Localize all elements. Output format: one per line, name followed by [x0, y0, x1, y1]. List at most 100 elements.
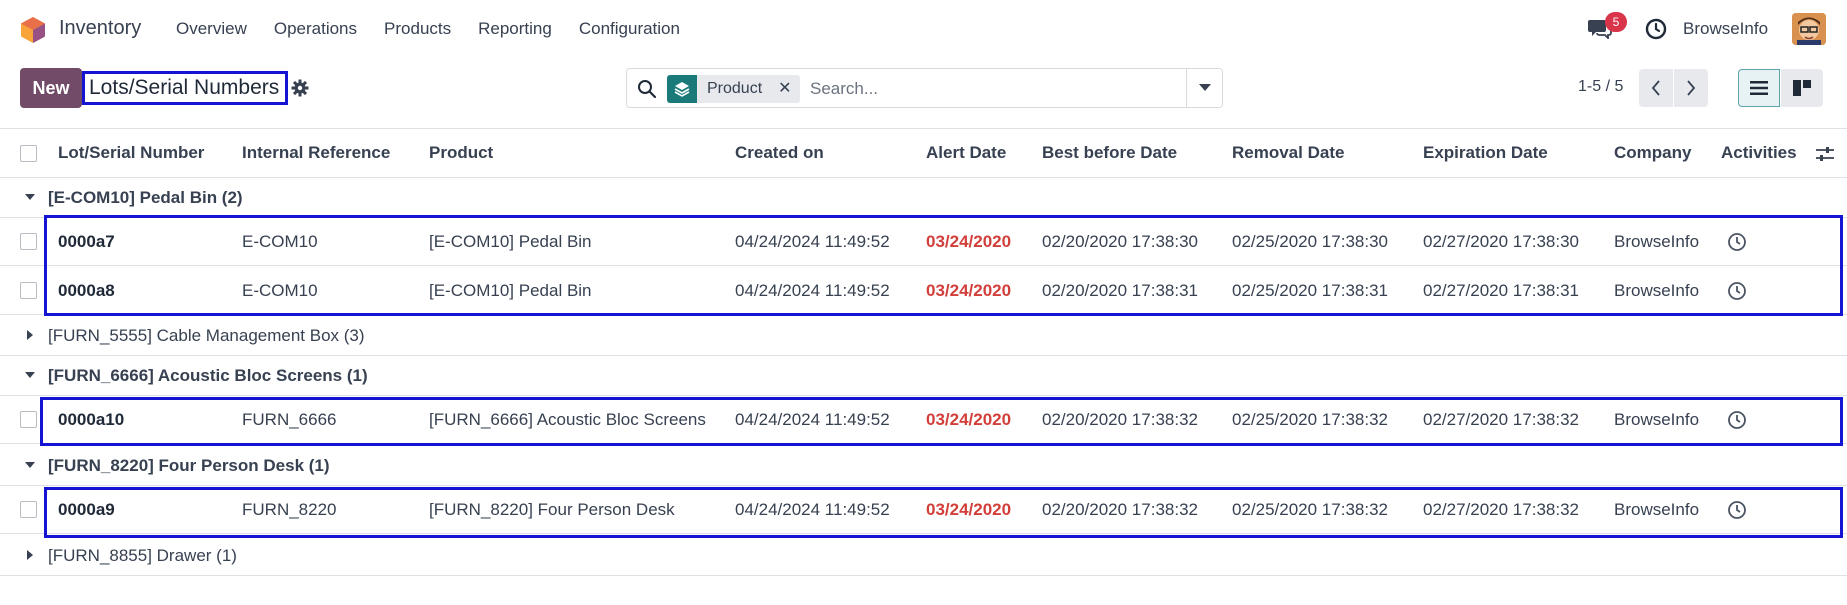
pager-next-button[interactable]: [1674, 69, 1708, 107]
column-expiration-date[interactable]: Expiration Date: [1423, 143, 1548, 163]
cell-removal: 02/25/2020 17:38:32: [1232, 410, 1388, 429]
chevron-left-icon: [1651, 80, 1660, 96]
user-avatar[interactable]: [1792, 13, 1826, 45]
new-button[interactable]: New: [20, 68, 82, 108]
menu-products[interactable]: Products: [384, 19, 451, 39]
cell-removal: 02/25/2020 17:38:31: [1232, 281, 1388, 300]
cell-product: [E-COM10] Pedal Bin: [429, 281, 592, 300]
gear-icon[interactable]: [291, 79, 309, 97]
group-label: [FURN_8855] Drawer (1): [48, 546, 237, 565]
inventory-logo-icon[interactable]: [20, 16, 46, 44]
pager-value[interactable]: 1-5 / 5: [1578, 78, 1623, 96]
cell-ref: E-COM10: [242, 232, 318, 251]
cell-expiration: 02/27/2020 17:38:31: [1423, 281, 1579, 300]
search-options-toggle[interactable]: [1186, 69, 1222, 107]
table-row[interactable]: 0000a9 FURN_8220 [FURN_8220] Four Person…: [0, 486, 1847, 534]
group-label: [E-COM10] Pedal Bin (2): [48, 188, 243, 207]
group-row[interactable]: [FURN_5555] Cable Management Box (3): [0, 316, 1847, 356]
group-row[interactable]: [FURN_8220] Four Person Desk (1): [0, 446, 1847, 486]
cell-product: [FURN_8220] Four Person Desk: [429, 500, 675, 519]
activity-clock-icon[interactable]: [1727, 500, 1747, 520]
caret-right-icon: [27, 550, 33, 560]
menu-operations[interactable]: Operations: [274, 19, 357, 39]
cell-expiration: 02/27/2020 17:38:32: [1423, 500, 1579, 519]
chevron-right-icon: [1687, 80, 1696, 96]
column-activities[interactable]: Activities: [1721, 143, 1797, 163]
cell-lot: 0000a7: [58, 232, 115, 251]
table-row[interactable]: 0000a8 E-COM10 [E-COM10] Pedal Bin 04/24…: [0, 267, 1847, 315]
caret-down-icon: [25, 462, 35, 468]
row-checkbox[interactable]: [20, 501, 37, 518]
cell-best-before: 02/20/2020 17:38:32: [1042, 500, 1198, 519]
search-icon[interactable]: [637, 79, 657, 99]
search-facet-product: Product ✕: [667, 75, 800, 103]
table-header: Lot/Serial Number Internal Reference Pro…: [0, 128, 1847, 178]
column-removal-date[interactable]: Removal Date: [1232, 143, 1344, 163]
cell-removal: 02/25/2020 17:38:30: [1232, 232, 1388, 251]
table-row[interactable]: 0000a7 E-COM10 [E-COM10] Pedal Bin 04/24…: [0, 218, 1847, 266]
column-product[interactable]: Product: [429, 143, 493, 163]
caret-down-icon: [25, 194, 35, 200]
facet-remove-icon[interactable]: ✕: [778, 75, 791, 103]
list-view-button[interactable]: [1738, 69, 1780, 107]
main-menu: Overview Operations Products Reporting C…: [176, 19, 707, 39]
cell-lot: 0000a8: [58, 281, 115, 300]
search-input[interactable]: [810, 77, 1170, 101]
cell-removal: 02/25/2020 17:38:32: [1232, 500, 1388, 519]
top-navbar: Inventory Overview Operations Products R…: [0, 0, 1847, 58]
pager-previous-button[interactable]: [1639, 69, 1673, 107]
search-bar: Product ✕: [626, 68, 1223, 108]
clock-icon[interactable]: [1645, 18, 1667, 40]
cell-alert-date: 03/24/2020: [926, 232, 1012, 251]
menu-overview[interactable]: Overview: [176, 19, 247, 39]
table-row[interactable]: 0000a10 FURN_6666 [FURN_6666] Acoustic B…: [0, 396, 1847, 444]
cell-expiration: 02/27/2020 17:38:32: [1423, 410, 1579, 429]
optional-columns-icon[interactable]: [1815, 145, 1835, 163]
cell-lot: 0000a9: [58, 500, 115, 519]
app-name[interactable]: Inventory: [59, 17, 141, 40]
select-all-checkbox[interactable]: [20, 145, 37, 162]
cell-alert-date: 03/24/2020: [926, 500, 1012, 519]
row-checkbox[interactable]: [20, 411, 37, 428]
cell-product: [FURN_6666] Acoustic Bloc Screens: [429, 410, 706, 429]
row-checkbox[interactable]: [20, 233, 37, 250]
menu-configuration[interactable]: Configuration: [579, 19, 680, 39]
cell-alert-date: 03/24/2020: [926, 410, 1012, 429]
caret-right-icon: [27, 330, 33, 340]
cell-expiration: 02/27/2020 17:38:30: [1423, 232, 1579, 251]
caret-down-icon: [25, 372, 35, 378]
column-alert-date[interactable]: Alert Date: [926, 143, 1006, 163]
kanban-view-button[interactable]: [1781, 69, 1823, 107]
group-row[interactable]: [FURN_8855] Drawer (1): [0, 536, 1847, 576]
company-switcher[interactable]: BrowseInfo: [1683, 19, 1768, 39]
group-label: [FURN_5555] Cable Management Box (3): [48, 326, 365, 345]
column-internal-reference[interactable]: Internal Reference: [242, 143, 390, 163]
column-company[interactable]: Company: [1614, 143, 1691, 163]
column-best-before-date[interactable]: Best before Date: [1042, 143, 1177, 163]
caret-down-icon: [1198, 84, 1211, 91]
cell-best-before: 02/20/2020 17:38:31: [1042, 281, 1198, 300]
cell-lot: 0000a10: [58, 410, 125, 429]
group-row[interactable]: [FURN_6666] Acoustic Bloc Screens (1): [0, 356, 1847, 396]
column-lot-serial-number[interactable]: Lot/Serial Number: [58, 143, 204, 163]
kanban-view-icon: [1793, 80, 1811, 96]
group-label: [FURN_8220] Four Person Desk (1): [48, 456, 330, 475]
cell-company: BrowseInfo: [1614, 281, 1700, 300]
cell-created: 04/24/2024 11:49:52: [735, 281, 890, 300]
facet-label: Product: [707, 80, 763, 97]
cell-created: 04/24/2024 11:49:52: [735, 232, 890, 251]
group-row[interactable]: [E-COM10] Pedal Bin (2): [0, 178, 1847, 218]
activity-clock-icon[interactable]: [1727, 410, 1747, 430]
cell-company: BrowseInfo: [1614, 410, 1700, 429]
cell-created: 04/24/2024 11:49:52: [735, 410, 890, 429]
menu-reporting[interactable]: Reporting: [478, 19, 552, 39]
cell-created: 04/24/2024 11:49:52: [735, 500, 890, 519]
column-created-on[interactable]: Created on: [735, 143, 824, 163]
cell-ref: FURN_6666: [242, 410, 337, 429]
avatar-image: [1792, 13, 1826, 45]
row-checkbox[interactable]: [20, 282, 37, 299]
group-label: [FURN_6666] Acoustic Bloc Screens (1): [48, 366, 368, 385]
activity-clock-icon[interactable]: [1727, 281, 1747, 301]
activity-clock-icon[interactable]: [1727, 232, 1747, 252]
cell-company: BrowseInfo: [1614, 232, 1700, 251]
